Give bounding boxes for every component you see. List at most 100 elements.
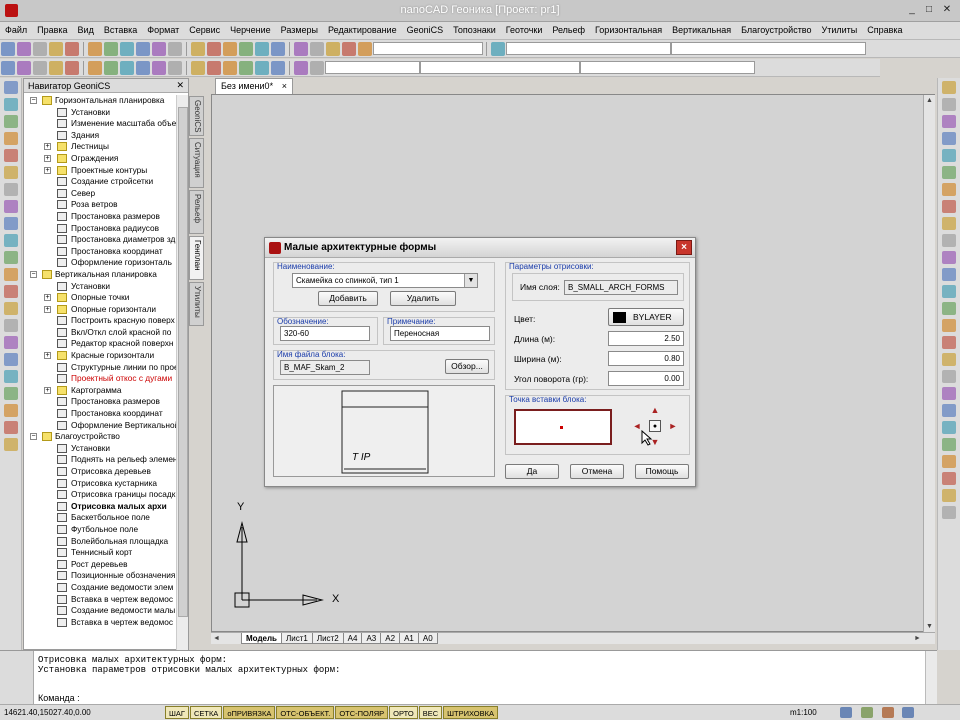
menu-item-16[interactable]: Утилиты bbox=[817, 22, 863, 35]
color-button[interactable]: BYLAYER bbox=[608, 308, 684, 326]
navigator-item[interactable]: Теннисный корт bbox=[24, 547, 176, 559]
tool-icon[interactable] bbox=[3, 319, 18, 332]
toolbar-tool-icon[interactable] bbox=[168, 42, 182, 56]
navigator-item[interactable]: Роза ветров bbox=[24, 199, 176, 211]
tool-icon[interactable] bbox=[942, 489, 956, 502]
snap-toggle[interactable]: оПРИВЯЗКА bbox=[223, 706, 276, 719]
toolbar-tool-icon[interactable] bbox=[152, 61, 166, 75]
tool-icon[interactable] bbox=[942, 302, 956, 315]
canvas-horizontal-scrollbar[interactable]: ◄ Модель Лист1 Лист2 A4 A3 A2 A1 A0 ► bbox=[211, 632, 935, 644]
navigator-item[interactable]: Оформление горизонталь bbox=[24, 257, 176, 269]
navigator-item[interactable]: Вкл/Откл слой красной по bbox=[24, 327, 176, 339]
navigator-item[interactable]: Простановка координат bbox=[24, 408, 176, 420]
snap-toggle[interactable]: ОРТО bbox=[389, 706, 418, 719]
tool-icon[interactable] bbox=[942, 251, 956, 264]
arrow-up-icon[interactable]: ▲ bbox=[649, 404, 661, 416]
toolbar-tool-icon[interactable] bbox=[310, 42, 324, 56]
layout-tab[interactable]: Лист2 bbox=[311, 633, 344, 644]
layout-tab[interactable]: A2 bbox=[380, 633, 401, 644]
tool-icon[interactable] bbox=[3, 404, 18, 417]
navigator-item[interactable]: + Опорные горизонтали bbox=[24, 304, 176, 316]
snap-toggle[interactable]: СЕТКА bbox=[189, 706, 223, 719]
tool-icon[interactable] bbox=[942, 506, 956, 519]
note-input[interactable]: Переносная bbox=[390, 326, 490, 341]
menu-item-0[interactable]: Файл bbox=[0, 22, 32, 35]
side-tab[interactable]: Утилиты bbox=[189, 282, 204, 326]
close-icon[interactable]: ✕ bbox=[940, 4, 954, 17]
minimize-icon[interactable]: _ bbox=[905, 4, 919, 17]
navigator-item[interactable]: + Проектные контуры bbox=[24, 165, 176, 177]
toolbar-combo[interactable] bbox=[671, 42, 866, 55]
block-file-input[interactable]: B_MAF_Skam_2 bbox=[280, 360, 370, 375]
tool-icon[interactable] bbox=[942, 81, 956, 94]
toolbar-tool-icon[interactable] bbox=[207, 42, 221, 56]
navigator-item[interactable]: Простановка размеров bbox=[24, 396, 176, 408]
tool-icon[interactable] bbox=[942, 455, 956, 468]
maximize-icon[interactable]: □ bbox=[922, 4, 936, 17]
navigator-item[interactable]: Позиционные обозначения bbox=[24, 570, 176, 582]
menu-item-12[interactable]: Рельеф bbox=[547, 22, 590, 35]
toolbar-combo[interactable] bbox=[373, 42, 483, 55]
scroll-left-icon[interactable]: ◄ bbox=[211, 633, 222, 644]
navigator-item[interactable]: − Горизонтальная планировка bbox=[24, 95, 176, 107]
tool-icon[interactable] bbox=[942, 421, 956, 434]
browse-button[interactable]: Обзор... bbox=[445, 359, 489, 374]
navigator-item[interactable]: + Ограждения bbox=[24, 153, 176, 165]
navigator-item[interactable]: + Красные горизонтали bbox=[24, 350, 176, 362]
tool-icon[interactable] bbox=[3, 183, 18, 196]
tray-icon[interactable] bbox=[881, 707, 894, 718]
navigator-item[interactable]: Установки bbox=[24, 443, 176, 455]
tool-icon[interactable] bbox=[942, 387, 956, 400]
toolbar-tool-icon[interactable] bbox=[310, 61, 324, 75]
tool-icon[interactable] bbox=[3, 268, 18, 281]
toolbar-tool-icon[interactable] bbox=[255, 42, 269, 56]
navigator-item[interactable]: Создание стройсетки bbox=[24, 176, 176, 188]
side-tab[interactable]: Ситуация bbox=[189, 138, 204, 188]
navigator-item[interactable]: Баскетбольное поле bbox=[24, 512, 176, 524]
toolbar-tool-icon[interactable] bbox=[88, 61, 102, 75]
navigator-item[interactable]: + Опорные точки bbox=[24, 292, 176, 304]
menu-item-10[interactable]: Топознаки bbox=[448, 22, 501, 35]
navigator-item[interactable]: Волейбольная площадка bbox=[24, 536, 176, 548]
toolbar-tool-icon[interactable] bbox=[33, 61, 47, 75]
layout-tab[interactable]: A4 bbox=[342, 633, 363, 644]
tool-icon[interactable] bbox=[942, 438, 956, 451]
tool-icon[interactable] bbox=[3, 166, 18, 179]
tool-icon[interactable] bbox=[942, 183, 956, 196]
toolbar-tool-icon[interactable] bbox=[17, 42, 31, 56]
expand-icon[interactable]: + bbox=[44, 352, 51, 360]
navigator-item[interactable]: Здания bbox=[24, 130, 176, 142]
menu-item-17[interactable]: Справка bbox=[862, 22, 907, 35]
navigator-item[interactable]: Отрисовка деревьев bbox=[24, 466, 176, 478]
scale-readout[interactable]: m1:100 bbox=[790, 708, 817, 717]
menu-item-11[interactable]: Геоточки bbox=[501, 22, 548, 35]
tool-icon[interactable] bbox=[3, 234, 18, 247]
toolbar-combo[interactable] bbox=[506, 42, 671, 55]
menu-item-4[interactable]: Формат bbox=[142, 22, 184, 35]
navigator-item[interactable]: Создание ведомости малы bbox=[24, 605, 176, 617]
navigator-item[interactable]: Редактор красной поверхн bbox=[24, 338, 176, 350]
tool-icon[interactable] bbox=[942, 200, 956, 213]
layout-tab[interactable]: Лист1 bbox=[280, 633, 313, 644]
document-close-icon[interactable]: × bbox=[282, 81, 287, 91]
navigator-close-icon[interactable]: ✕ bbox=[176, 80, 184, 91]
help-button[interactable]: Помощь bbox=[635, 464, 689, 479]
toolbar-tool-icon[interactable] bbox=[152, 42, 166, 56]
menu-item-6[interactable]: Черчение bbox=[225, 22, 276, 35]
tool-icon[interactable] bbox=[3, 438, 18, 451]
navigator-item[interactable]: Простановка радиусов bbox=[24, 223, 176, 235]
tool-icon[interactable] bbox=[3, 387, 18, 400]
menu-item-3[interactable]: Вставка bbox=[99, 22, 142, 35]
tool-icon[interactable] bbox=[3, 132, 18, 145]
navigator-item[interactable]: Оформление Вертикальной bbox=[24, 420, 176, 432]
snap-toggle[interactable]: ШТРИХОВКА bbox=[443, 706, 498, 719]
navigator-item[interactable]: Построить красную поверх bbox=[24, 315, 176, 327]
designation-input[interactable]: 320-60 bbox=[280, 326, 370, 341]
toolbar-tool-icon[interactable] bbox=[104, 61, 118, 75]
tool-icon[interactable] bbox=[942, 234, 956, 247]
command-window-handle[interactable] bbox=[0, 651, 34, 705]
name-select[interactable]: Скамейка со спинкой, тип 1 ▼ bbox=[292, 273, 478, 288]
canvas-vertical-scrollbar[interactable]: ▲ ▼ bbox=[923, 95, 935, 632]
tool-icon[interactable] bbox=[3, 115, 18, 128]
tool-icon[interactable] bbox=[3, 217, 18, 230]
